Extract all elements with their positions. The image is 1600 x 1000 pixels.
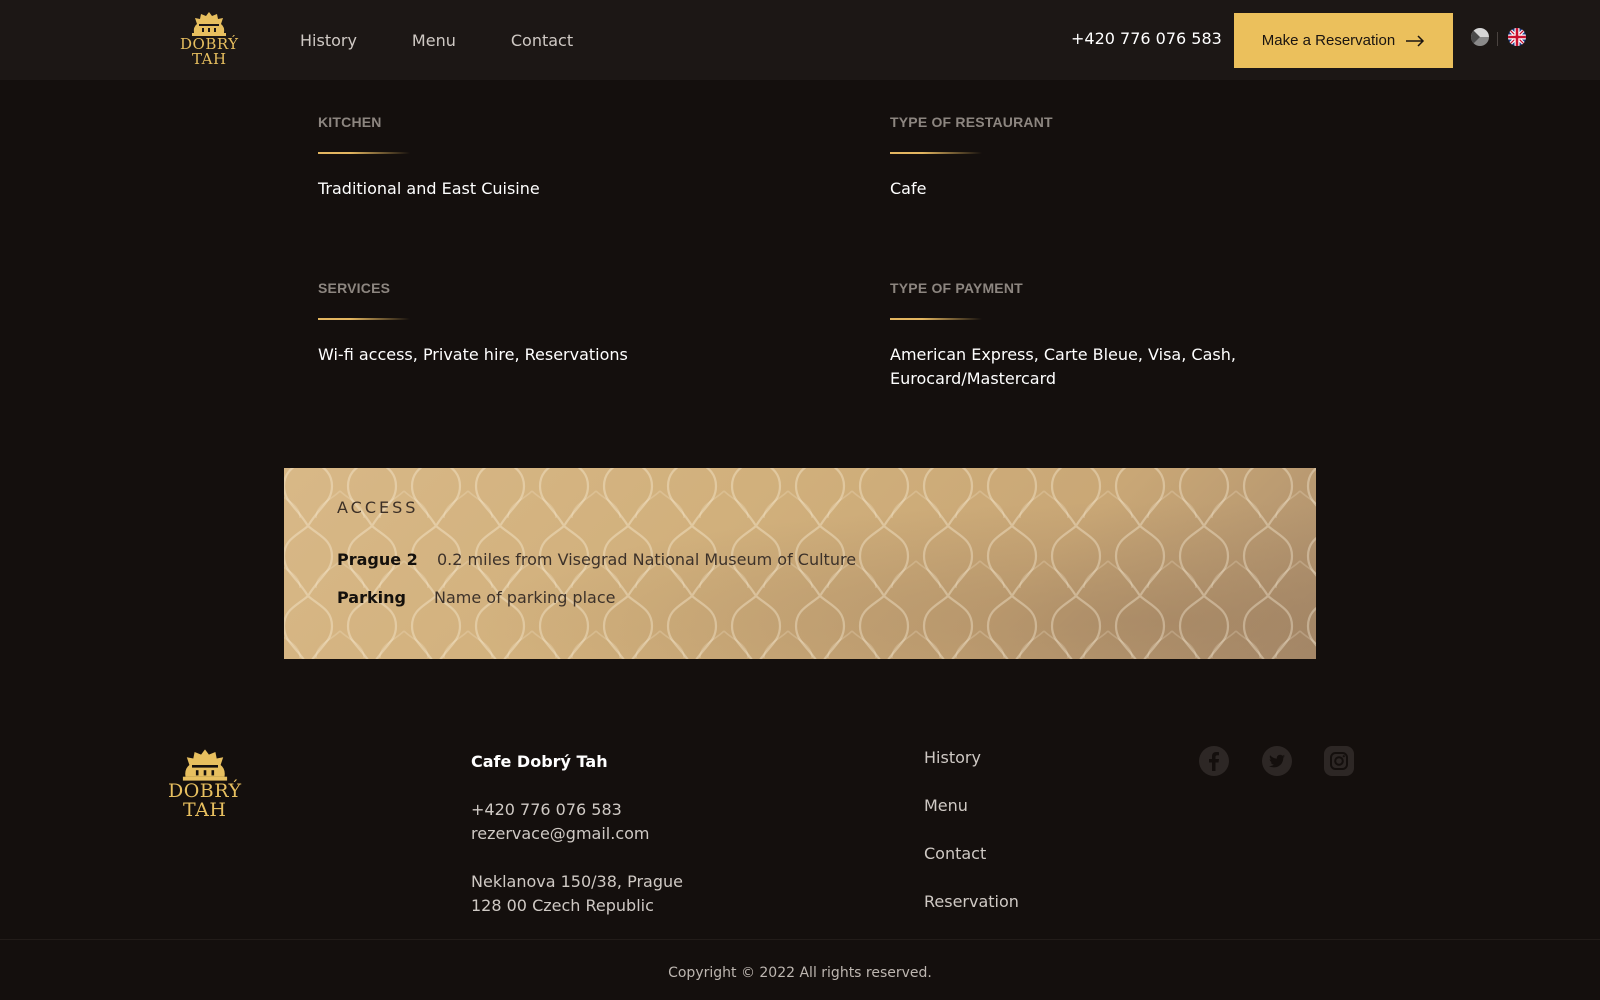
logo[interactable]: DOBRÝ TAH xyxy=(180,11,239,67)
footer-link-reservation[interactable]: Reservation xyxy=(924,890,1019,938)
nav-menu[interactable]: Menu xyxy=(412,31,456,50)
services-divider xyxy=(318,318,410,320)
nav-contact[interactable]: Contact xyxy=(511,31,573,50)
footer-address-line2: 128 00 Czech Republic xyxy=(471,896,654,915)
footer-phone[interactable]: +420 776 076 583 xyxy=(471,798,650,822)
footer-address: Neklanova 150/38, Prague 128 00 Czech Re… xyxy=(471,870,683,918)
kitchen-label: KITCHEN xyxy=(318,114,382,130)
site-header: DOBRÝ TAH History Menu Contact +420 776 … xyxy=(0,0,1600,80)
kitchen-divider xyxy=(318,152,410,154)
arrow-right-icon xyxy=(1406,34,1425,47)
restaurant-type-value: Cafe xyxy=(890,179,927,198)
footer-divider xyxy=(0,939,1600,940)
twitter-icon[interactable] xyxy=(1261,745,1293,777)
services-section: SERVICES Wi-fi access, Private hire, Res… xyxy=(318,280,738,367)
restaurant-type-divider xyxy=(890,152,982,154)
access-location-key: Prague 2 xyxy=(337,550,418,569)
language-cz-flag-icon[interactable] xyxy=(1471,28,1489,46)
footer-link-contact[interactable]: Contact xyxy=(924,842,1019,890)
payment-type-section: TYPE OF PAYMENT American Express, Carte … xyxy=(890,280,1310,391)
footer-email[interactable]: rezervace@gmail.com xyxy=(471,822,650,846)
make-reservation-button[interactable]: Make a Reservation xyxy=(1234,13,1453,68)
footer-contact: +420 776 076 583 rezervace@gmail.com xyxy=(471,798,650,846)
access-location-value: 0.2 miles from Visegrad National Museum … xyxy=(437,550,857,569)
access-title: ACCESS xyxy=(337,498,419,517)
kitchen-section: KITCHEN Traditional and East Cuisine xyxy=(318,114,738,201)
copyright-text: Copyright © 2022 All rights reserved. xyxy=(668,965,932,981)
language-divider xyxy=(1497,32,1498,46)
access-row-location: Prague 2 0.2 miles from Visegrad National… xyxy=(337,550,856,569)
footer-logo-text-line2: TAH xyxy=(183,799,227,821)
access-panel: ACCESS Prague 2 0.2 miles from Visegrad N… xyxy=(284,468,1316,659)
services-label: SERVICES xyxy=(318,280,391,296)
access-row-parking: Parking Name of parking place xyxy=(337,588,615,607)
payment-type-value-line1: American Express, Carte Bleue, Visa, Cas… xyxy=(890,345,1236,364)
language-en-flag-icon[interactable] xyxy=(1508,28,1526,46)
footer-nav: History Menu Contact Reservation xyxy=(924,746,1019,938)
payment-type-divider xyxy=(890,318,982,320)
payment-type-label: TYPE OF PAYMENT xyxy=(890,280,1023,296)
kitchen-value: Traditional and East Cuisine xyxy=(318,179,540,198)
footer-logo[interactable]: DOBRÝ TAH xyxy=(168,748,242,820)
footer-cafe-name: Cafe Dobrý Tah xyxy=(471,752,608,771)
nav-history[interactable]: History xyxy=(300,31,357,50)
access-parking-value: Name of parking place xyxy=(434,588,616,607)
access-parking-key: Parking xyxy=(337,588,406,607)
facebook-icon[interactable] xyxy=(1198,745,1230,777)
logo-emblem-icon xyxy=(192,12,227,36)
restaurant-type-section: TYPE OF RESTAURANT Cafe xyxy=(890,114,1310,201)
main-nav: History Menu Contact xyxy=(300,0,628,80)
footer-logo-emblem-icon xyxy=(182,749,227,781)
payment-type-value-line2: Eurocard/Mastercard xyxy=(890,369,1057,388)
instagram-icon[interactable] xyxy=(1323,745,1355,777)
header-phone[interactable]: +420 776 076 583 xyxy=(1071,29,1222,48)
footer-link-menu[interactable]: Menu xyxy=(924,794,1019,842)
payment-type-value: American Express, Carte Bleue, Visa, Cas… xyxy=(890,343,1310,391)
services-value: Wi-fi access, Private hire, Reservations xyxy=(318,345,628,364)
footer-link-history[interactable]: History xyxy=(924,746,1019,794)
logo-text-line2: TAH xyxy=(191,50,227,68)
restaurant-type-label: TYPE OF RESTAURANT xyxy=(890,114,1053,130)
footer-address-line1: Neklanova 150/38, Prague xyxy=(471,872,683,891)
reservation-button-label: Make a Reservation xyxy=(1261,32,1396,49)
